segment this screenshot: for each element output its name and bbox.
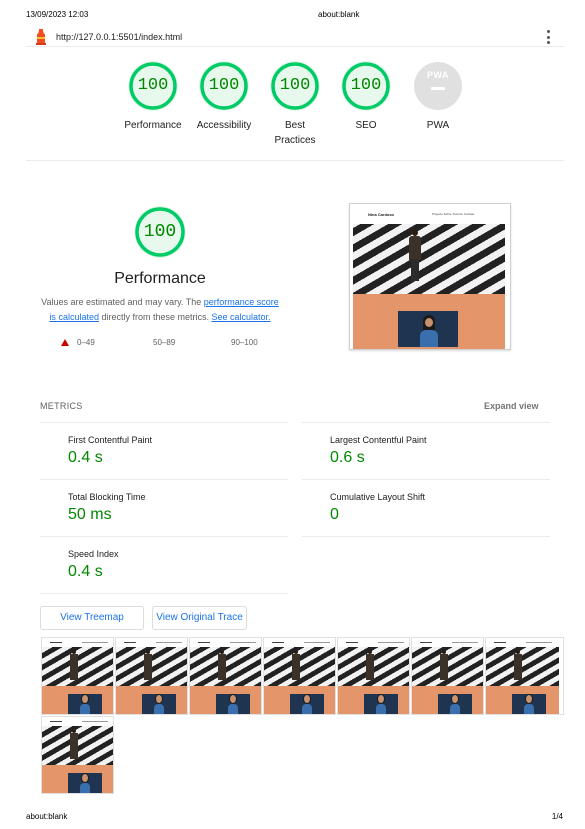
gauge-score: 100: [208, 76, 240, 95]
performance-description: Values are estimated and may vary. The p…: [40, 295, 280, 325]
divider: [26, 160, 564, 161]
print-footer-url: about:blank: [26, 812, 68, 821]
filmstrip-frame: [411, 637, 484, 715]
metric-label: Total Blocking Time: [68, 492, 146, 502]
gauge-label[interactable]: Best Practices: [270, 118, 320, 148]
metric-label: Cumulative Layout Shift: [330, 492, 426, 502]
man-figure: [408, 229, 422, 281]
desc-text-2: directly from these metrics.: [98, 312, 212, 322]
report-topbar: http://127.0.0.1:5501/index.html: [26, 27, 564, 47]
metric-value: 0.4 s: [68, 449, 103, 466]
metrics-divider: [40, 593, 288, 594]
print-page-number: 1/4: [551, 812, 563, 821]
filmstrip-frame: [337, 637, 410, 715]
filmstrip-frame: [41, 716, 114, 794]
woman-figure: [420, 315, 438, 347]
metric-speed-index: Speed Index 0.4 s: [40, 536, 288, 593]
metric-value: 50 ms: [68, 506, 112, 523]
screenshot-hero-image: [353, 224, 505, 294]
filmstrip-frame: [263, 637, 336, 715]
metric-lcp: Largest Contentful Paint 0.6 s: [302, 422, 550, 479]
performance-score: 100: [143, 222, 177, 242]
legend-fail-label: 0–49: [77, 338, 95, 347]
gauge-seo[interactable]: 100: [341, 61, 391, 111]
see-calculator-link[interactable]: See calculator.: [212, 312, 271, 322]
metric-label: First Contentful Paint: [68, 435, 153, 445]
performance-title: Performance: [114, 270, 206, 287]
metric-cls: Cumulative Layout Shift 0: [302, 479, 550, 536]
performance-gauge: 100: [134, 206, 186, 258]
metric-value: 0.6 s: [330, 449, 365, 466]
gauge-label[interactable]: Accessibility: [179, 118, 269, 133]
print-date: 13/09/2023 12:03: [26, 10, 89, 19]
view-original-trace-button[interactable]: View Original Trace: [152, 606, 247, 630]
legend-pass-label: 90–100: [231, 338, 258, 347]
page-url: http://127.0.0.1:5501/index.html: [56, 32, 183, 42]
lighthouse-icon: [36, 29, 46, 45]
screenshot-links: Projects Sobre Técnico Contato: [432, 212, 475, 216]
expand-view-button[interactable]: Expand view: [484, 401, 539, 411]
metric-label: Speed Index: [68, 549, 119, 559]
print-header: 13/09/2023 12:03 about:blank: [0, 10, 585, 22]
fail-triangle-icon: [61, 339, 69, 346]
print-title: about:blank: [318, 10, 360, 19]
metric-value: 0.4 s: [68, 563, 103, 580]
pwa-dash-icon: [431, 87, 445, 90]
filmstrip-frame: [189, 637, 262, 715]
kebab-menu-icon[interactable]: [546, 30, 550, 44]
filmstrip-frame: [41, 637, 114, 715]
metric-fcp: First Contentful Paint 0.4 s: [40, 422, 288, 479]
metrics-heading: METRICS: [40, 401, 83, 411]
legend-fail: 0–49: [61, 338, 95, 347]
desc-text-1: Values are estimated and may vary. The: [41, 297, 204, 307]
filmstrip-frame: [115, 637, 188, 715]
pwa-label[interactable]: PWA: [393, 118, 483, 133]
gauge-score: 100: [350, 76, 382, 95]
gauge-score: 100: [137, 76, 169, 95]
gauge-best-practices[interactable]: 100: [270, 61, 320, 111]
gauge-performance[interactable]: 100: [128, 61, 178, 111]
gauge-score: 100: [279, 76, 311, 95]
pwa-badge[interactable]: PWA: [414, 62, 462, 110]
gauge-accessibility[interactable]: 100: [199, 61, 249, 111]
legend-average-label: 50–89: [153, 338, 176, 347]
metric-tbt: Total Blocking Time 50 ms: [40, 479, 288, 536]
metric-value: 0: [330, 506, 339, 523]
metrics-divider: [302, 536, 550, 537]
screenshot-nav: Nina Cardoso Projects Sobre Técnico Cont…: [350, 204, 510, 224]
legend-pass: 90–100: [231, 338, 258, 347]
final-screenshot[interactable]: Nina Cardoso Projects Sobre Técnico Cont…: [349, 203, 511, 350]
pwa-badge-text: PWA: [426, 70, 449, 80]
filmstrip-frame: [485, 637, 564, 715]
view-treemap-button[interactable]: View Treemap: [40, 606, 144, 630]
metric-label: Largest Contentful Paint: [330, 435, 427, 445]
legend-average: 50–89: [153, 338, 175, 347]
screenshot-brand: Nina Cardoso: [368, 212, 395, 217]
